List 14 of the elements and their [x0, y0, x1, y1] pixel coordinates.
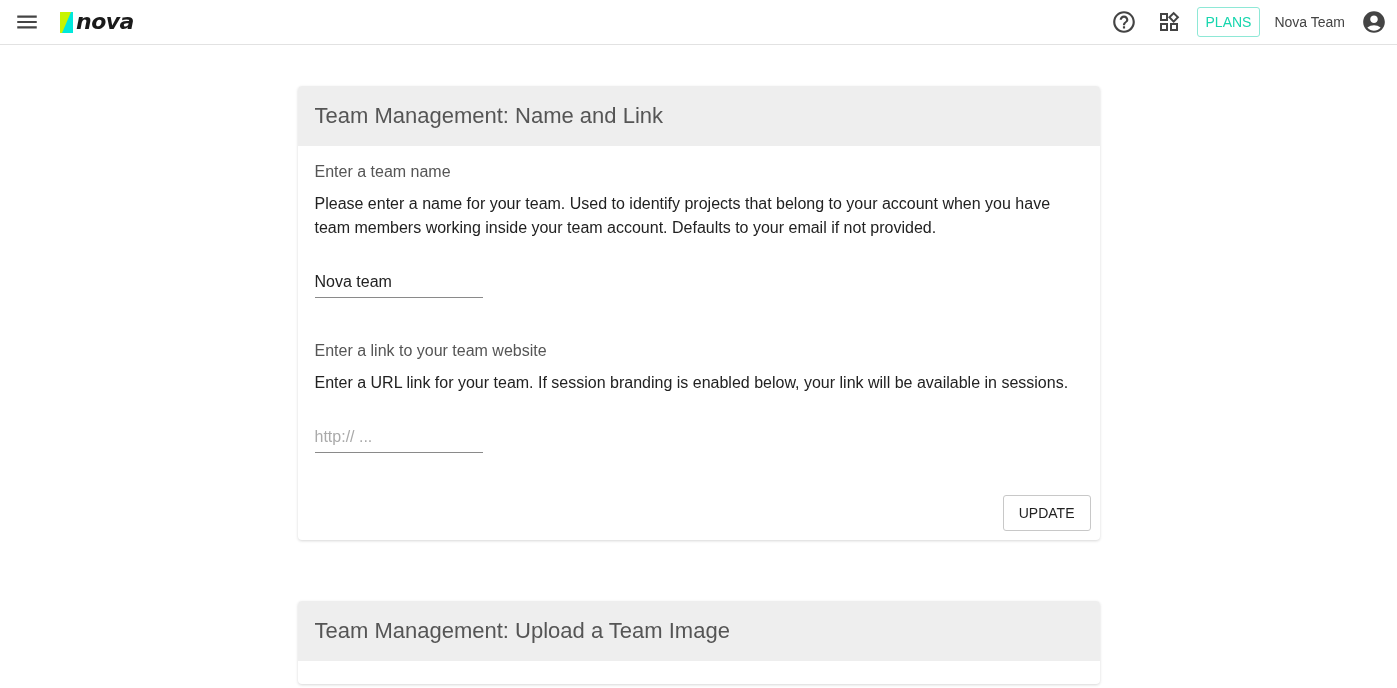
input-field[interactable]: http:// ... — [314, 421, 483, 453]
logo-mark-icon — [60, 11, 73, 33]
field-label: Enter a team name — [314, 162, 452, 182]
user-name: Nova Team — [1274, 14, 1345, 30]
field-description: Enter a URL link for your team. If session branding is enabled below, your link will be available in sessions. — [314, 373, 1070, 393]
card-title: Team Management: Name and Link — [314, 103, 664, 129]
help-icon[interactable] — [1110, 9, 1137, 35]
logo-text: nova — [76, 9, 134, 35]
field-description: Please enter a name for your team. Used to identify projects that belong to your account when you have team members working inside your team account. Defaults to your email if not provided. — [314, 194, 1052, 238]
card-title: Team Management: Upload a Team Image — [314, 618, 730, 644]
account-icon[interactable] — [1361, 9, 1387, 35]
update-button[interactable]: UPDATE — [1002, 495, 1091, 531]
input-field[interactable]: Nova team — [314, 266, 483, 298]
field-label: Enter a link to your team website — [314, 341, 548, 361]
